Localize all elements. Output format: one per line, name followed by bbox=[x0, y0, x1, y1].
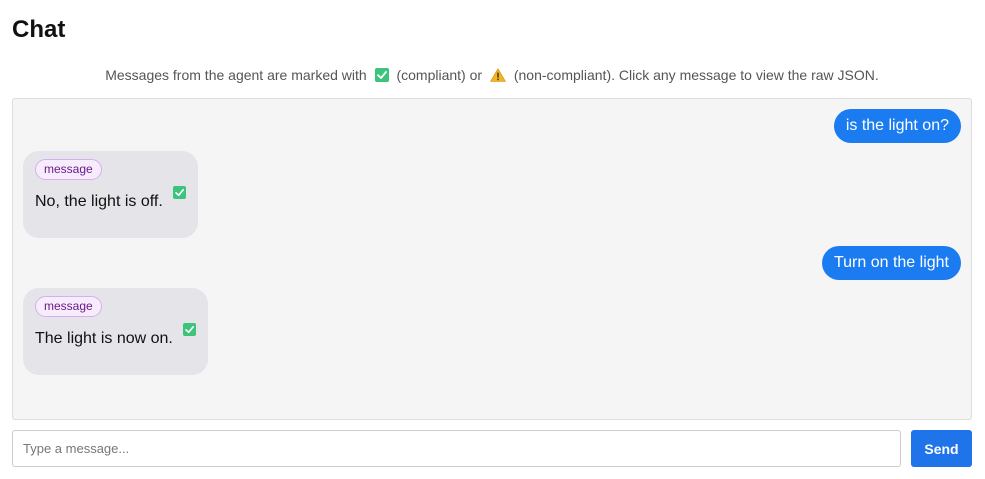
compliant-check-icon bbox=[172, 186, 186, 199]
user-message-text: is the light on? bbox=[845, 117, 949, 134]
message-type-badge: message bbox=[35, 159, 102, 180]
legend-compliant-label: (compliant) or bbox=[396, 67, 483, 83]
legend-note: Messages from the agent are marked with … bbox=[12, 66, 972, 86]
agent-message-text: The light is now on. bbox=[35, 330, 173, 347]
message-input[interactable] bbox=[12, 430, 901, 467]
legend-prefix: Messages from the agent are marked with bbox=[105, 67, 367, 83]
send-button[interactable]: Send bbox=[911, 430, 972, 467]
agent-message-bubble[interactable]: message The light is now on. bbox=[23, 288, 208, 375]
legend-noncompliant-label: (non-compliant). Click any message to vi… bbox=[513, 67, 879, 83]
page-title: Chat bbox=[12, 16, 66, 43]
user-message-bubble[interactable]: Turn on the light bbox=[821, 246, 961, 280]
chat-page: Chat Messages from the agent are marked … bbox=[0, 0, 985, 479]
user-message-text: Turn on the light bbox=[833, 254, 949, 271]
message-type-badge: message bbox=[35, 296, 102, 317]
chat-messages-panel[interactable]: is the light on? message No, the light i… bbox=[12, 98, 972, 420]
agent-message-bubble[interactable]: message No, the light is off. bbox=[23, 151, 198, 238]
compliant-check-icon bbox=[182, 323, 196, 336]
warning-triangle-icon bbox=[490, 68, 506, 86]
check-box-icon bbox=[374, 68, 389, 86]
agent-message-row: The light is now on. bbox=[35, 323, 196, 349]
agent-message-row: No, the light is off. bbox=[35, 186, 186, 212]
user-message-bubble[interactable]: is the light on? bbox=[833, 109, 961, 143]
agent-message-text: No, the light is off. bbox=[35, 193, 163, 210]
